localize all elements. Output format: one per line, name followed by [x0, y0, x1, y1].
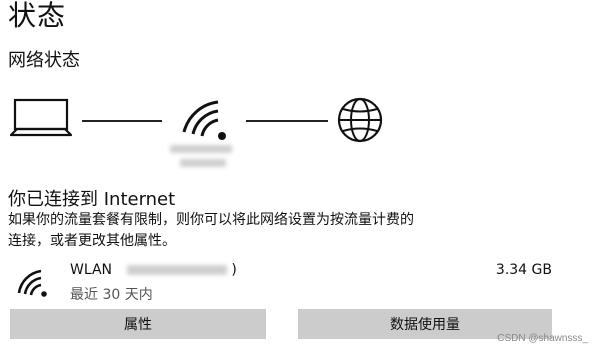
connection-line	[82, 120, 162, 122]
network-name-redacted	[170, 145, 232, 153]
wlan-period: 最近 30 天内	[70, 287, 153, 303]
connection-description: 如果你的流量套餐有限制，则你可以将此网络设置为按流量计费的	[8, 212, 414, 228]
wlan-name-suffix: )	[231, 262, 237, 278]
wlan-usage: 3.34 GB	[495, 262, 552, 278]
section-title: 网络状态	[8, 50, 80, 71]
connection-line	[246, 120, 328, 122]
wifi-icon	[182, 100, 226, 140]
wifi-icon	[17, 269, 47, 297]
laptop-icon	[10, 98, 72, 137]
connection-heading: 你已连接到 Internet	[8, 189, 176, 210]
globe-icon	[337, 97, 383, 143]
wlan-name: WLAN )	[70, 262, 237, 278]
ssid-redacted	[126, 265, 227, 275]
wlan-label: WLAN	[70, 262, 113, 278]
connection-description: 连接，或者更改其他属性。	[8, 233, 176, 249]
page-title: 状态	[8, 0, 67, 32]
network-name-redacted	[180, 159, 226, 167]
watermark: CSDN @shawnsss_	[497, 333, 588, 344]
properties-button[interactable]: 属性	[10, 309, 266, 339]
